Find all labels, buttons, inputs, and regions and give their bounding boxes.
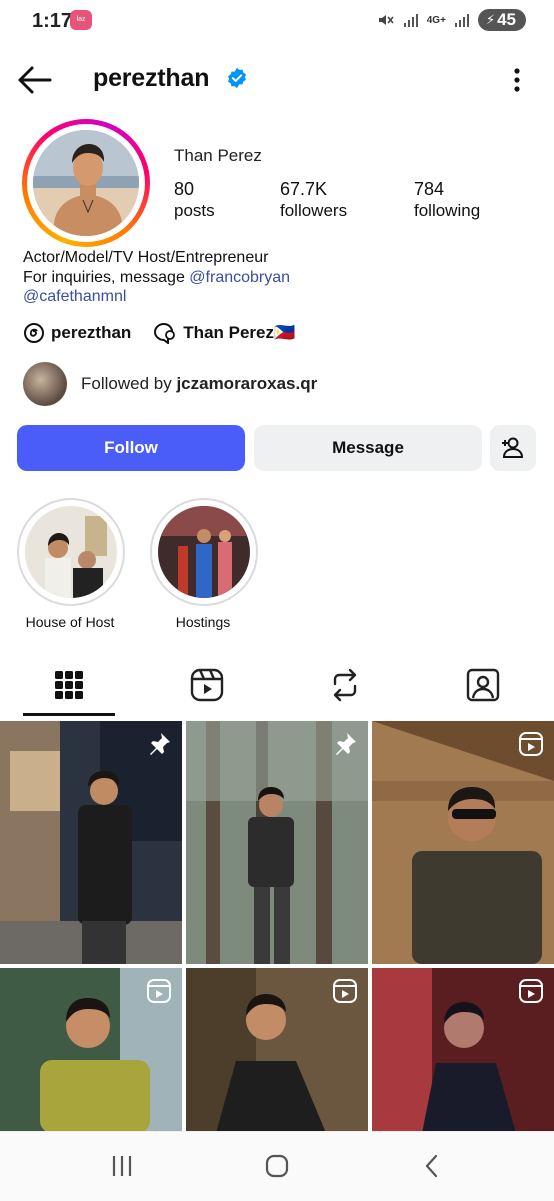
post-tile[interactable] — [372, 721, 554, 964]
chevron-left-icon — [425, 1154, 438, 1178]
status-icons: 4G+ ⚡ 45 — [377, 8, 526, 32]
signal-icon-2 — [454, 14, 469, 27]
avatar-photo — [33, 130, 139, 236]
recent-apps-button[interactable] — [102, 1150, 142, 1182]
post-tile[interactable] — [186, 721, 368, 964]
post-tile[interactable] — [0, 968, 182, 1133]
messenger-link[interactable]: Than Perez🇵🇭 — [153, 322, 295, 344]
stat-label: posts — [174, 201, 215, 220]
stat-label: following — [414, 201, 481, 220]
highlight-house-of-host[interactable]: House of Host — [17, 498, 125, 630]
threads-icon — [24, 323, 44, 343]
followers-count[interactable]: 67.7K followers — [280, 178, 347, 222]
tab-posts-grid[interactable] — [0, 655, 138, 715]
active-tab-indicator — [23, 713, 115, 716]
highlight-cover — [158, 506, 250, 598]
highlight-hostings[interactable]: Hostings — [150, 498, 258, 630]
pin-icon — [150, 733, 170, 755]
mutual-follower-avatar — [23, 362, 67, 406]
profile-full-name: Than Perez — [174, 146, 262, 165]
profile-bio: Actor/Model/TV Host/Entrepreneur For inq… — [23, 248, 290, 307]
arrow-left-icon — [18, 66, 52, 94]
post-tile[interactable] — [372, 968, 554, 1133]
lazada-icon: laz — [70, 10, 92, 30]
tagged-icon — [466, 668, 500, 702]
profile-header: perezthan — [0, 52, 554, 108]
battery-indicator: ⚡ 45 — [477, 9, 526, 31]
followed-by-user: jczamoraroxas.qr — [176, 374, 318, 393]
posts-count[interactable]: 80 posts — [174, 178, 215, 222]
suggested-users-button[interactable] — [490, 425, 536, 471]
followed-by-prefix: Followed by — [81, 374, 177, 393]
reels-icon — [190, 668, 224, 702]
mutual-followers[interactable]: Followed by jczamoraroxas.qr — [23, 362, 317, 406]
bio-line: Actor/Model/TV Host/Entrepreneur — [23, 249, 269, 266]
mute-icon — [378, 15, 394, 25]
tab-tagged[interactable] — [414, 655, 552, 715]
charging-icon: ⚡ — [485, 12, 496, 27]
threads-handle: perezthan — [51, 323, 132, 342]
linked-accounts: perezthan Than Perez🇵🇭 — [23, 320, 307, 346]
message-button[interactable]: Message — [254, 425, 482, 471]
profile-avatar[interactable] — [22, 119, 150, 247]
follow-button[interactable]: Follow — [17, 425, 245, 471]
threads-link[interactable]: perezthan — [23, 322, 131, 344]
mention-link-cafethanmnl[interactable]: @cafethanmnl — [23, 287, 290, 307]
reposts-icon — [333, 668, 357, 702]
highlight-cover — [25, 506, 117, 598]
stat-value: 67.7K — [280, 179, 328, 199]
reel-icon — [519, 979, 543, 1003]
reel-icon — [519, 732, 543, 756]
bio-line: For inquiries, message @francobryan — [23, 268, 290, 288]
stat-label: followers — [280, 201, 348, 220]
post-tile[interactable] — [186, 968, 368, 1133]
profile-username: perezthan — [93, 64, 210, 92]
post-tile[interactable] — [0, 721, 182, 964]
system-navigation-bar — [0, 1131, 554, 1201]
recent-apps-icon — [112, 1156, 132, 1176]
highlight-label: House of Host — [25, 614, 115, 630]
stat-value: 80 — [174, 179, 195, 199]
profile-tabs — [0, 655, 554, 717]
followed-by-text: Followed by jczamoraroxas.qr — [81, 374, 317, 394]
home-button[interactable] — [257, 1150, 297, 1182]
more-options-button[interactable] — [510, 64, 524, 96]
mention-link-francobryan[interactable]: @francobryan — [189, 269, 290, 286]
stat-value: 784 — [414, 179, 445, 199]
back-button[interactable] — [16, 64, 56, 96]
highlight-label: Hostings — [175, 614, 231, 630]
home-icon — [265, 1154, 289, 1178]
messenger-name: Than Perez🇵🇭 — [183, 323, 296, 342]
pin-icon — [336, 733, 356, 755]
verified-badge-icon — [228, 67, 246, 89]
bio-text: For inquiries, message — [23, 268, 190, 286]
grid-icon — [55, 671, 83, 699]
network-type: 4G+ — [426, 14, 446, 26]
reel-icon — [333, 979, 357, 1003]
reel-icon — [147, 979, 171, 1003]
chat-bubble-icon — [154, 322, 176, 344]
more-vertical-icon — [514, 68, 520, 92]
tab-reels[interactable] — [138, 655, 276, 715]
status-bar: 1:17 laz 4G+ ⚡ 45 — [0, 0, 554, 42]
clock: 1:17 — [32, 10, 73, 32]
add-user-icon — [502, 437, 524, 458]
signal-icon — [403, 14, 418, 27]
battery-level: 45 — [497, 10, 516, 29]
following-count[interactable]: 784 following — [414, 178, 480, 222]
system-back-button[interactable] — [412, 1150, 452, 1182]
tab-reposts[interactable] — [276, 655, 414, 715]
